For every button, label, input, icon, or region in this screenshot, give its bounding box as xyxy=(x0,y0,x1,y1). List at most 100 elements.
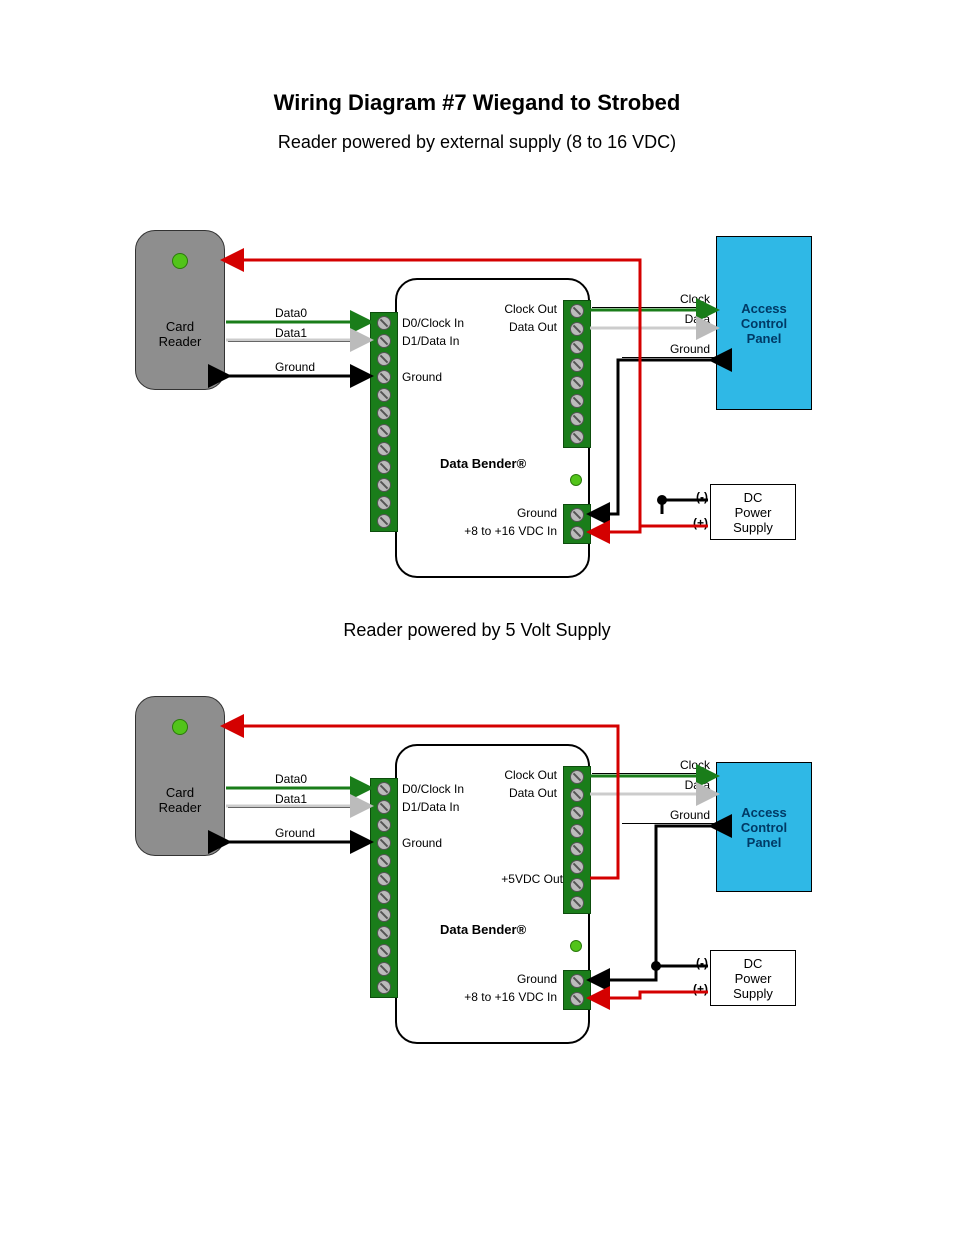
rule xyxy=(592,793,714,794)
screw-icon xyxy=(377,890,391,904)
lbl-gnd-left: Ground xyxy=(402,370,442,384)
screw-icon xyxy=(377,370,391,384)
data-bender-label: Data Bender® xyxy=(440,922,526,937)
screw-icon xyxy=(377,478,391,492)
led-icon xyxy=(570,940,582,952)
rule xyxy=(228,321,368,322)
screw-icon xyxy=(377,800,391,814)
lbl-d1: D1/Data In xyxy=(402,334,459,348)
lbl-data-out: Data Out xyxy=(445,786,557,800)
wire-lbl-data: Data xyxy=(640,312,710,326)
screw-icon xyxy=(377,782,391,796)
lbl-gnd-right: Ground xyxy=(445,506,557,520)
screw-icon xyxy=(377,854,391,868)
rule xyxy=(592,307,714,308)
rule xyxy=(228,375,368,376)
page-title: Wiring Diagram #7 Wiegand to Strobed xyxy=(0,90,954,116)
screw-icon xyxy=(570,526,584,540)
screw-icon xyxy=(377,926,391,940)
rule xyxy=(228,841,368,842)
wire-lbl-clock: Clock xyxy=(640,758,710,772)
power-supply: DC Power Supply xyxy=(710,484,796,540)
screw-icon xyxy=(570,896,584,910)
screw-icon xyxy=(570,304,584,318)
screw-icon xyxy=(570,992,584,1006)
screw-icon xyxy=(570,842,584,856)
lbl-d1: D1/Data In xyxy=(402,800,459,814)
screw-icon xyxy=(377,316,391,330)
screw-icon xyxy=(570,322,584,336)
screw-icon xyxy=(377,818,391,832)
screw-icon xyxy=(377,352,391,366)
rule xyxy=(228,341,368,342)
diagram-1: Card Reader xyxy=(0,220,954,600)
wire-lbl-d1: Data1 xyxy=(275,326,307,340)
screw-icon xyxy=(377,424,391,438)
card-reader: Card Reader xyxy=(135,230,225,390)
wire-lbl-data: Data xyxy=(640,778,710,792)
screw-icon xyxy=(570,376,584,390)
lbl-data-out: Data Out xyxy=(445,320,557,334)
rule xyxy=(228,787,368,788)
page-subtitle: Reader powered by external supply (8 to … xyxy=(0,132,954,153)
psu-neg: (-) xyxy=(680,490,708,504)
wire-lbl-gnd2: Ground xyxy=(640,808,710,822)
screw-icon xyxy=(377,496,391,510)
wire-lbl-gnd2: Ground xyxy=(640,342,710,356)
rule xyxy=(592,773,714,774)
wire-lbl-d0: Data0 xyxy=(275,306,307,320)
rule xyxy=(592,327,714,328)
wire-lbl-clock: Clock xyxy=(640,292,710,306)
panel-label: Access Control Panel xyxy=(741,301,787,346)
screw-icon xyxy=(377,962,391,976)
psu-pos: (+) xyxy=(680,982,708,996)
led-icon xyxy=(172,253,188,269)
screw-icon xyxy=(377,406,391,420)
rule xyxy=(622,357,714,358)
rule xyxy=(228,807,368,808)
screw-icon xyxy=(570,358,584,372)
screw-icon xyxy=(570,788,584,802)
rule xyxy=(622,823,714,824)
screw-icon xyxy=(570,806,584,820)
screw-icon xyxy=(377,872,391,886)
access-control-panel: Access Control Panel xyxy=(716,762,812,892)
screw-icon xyxy=(570,508,584,522)
card-reader-label: Card Reader xyxy=(159,785,202,815)
card-reader-label: Card Reader xyxy=(159,319,202,349)
psu-pos: (+) xyxy=(680,516,708,530)
screw-icon xyxy=(377,334,391,348)
panel-label: Access Control Panel xyxy=(741,805,787,850)
card-reader: Card Reader xyxy=(135,696,225,856)
screw-icon xyxy=(377,514,391,528)
screw-icon xyxy=(377,388,391,402)
lbl-vin: +8 to +16 VDC In xyxy=(445,990,557,1004)
led-icon xyxy=(172,719,188,735)
psu-label: DC Power Supply xyxy=(733,956,773,1001)
screw-icon xyxy=(570,824,584,838)
screw-icon xyxy=(570,340,584,354)
lbl-clock-out: Clock Out xyxy=(445,302,557,316)
screw-icon xyxy=(377,944,391,958)
screw-icon xyxy=(377,460,391,474)
wire-lbl-gnd: Ground xyxy=(275,826,315,840)
page: Wiring Diagram #7 Wiegand to Strobed Rea… xyxy=(0,0,954,1235)
screw-icon xyxy=(570,974,584,988)
subtitle-mid: Reader powered by 5 Volt Supply xyxy=(0,620,954,641)
screw-icon xyxy=(377,442,391,456)
screw-icon xyxy=(570,770,584,784)
screw-icon xyxy=(570,430,584,444)
screw-icon xyxy=(570,412,584,426)
screw-icon xyxy=(570,860,584,874)
lbl-clock-out: Clock Out xyxy=(445,768,557,782)
access-control-panel: Access Control Panel xyxy=(716,236,812,410)
psu-neg: (-) xyxy=(680,956,708,970)
psu-label: DC Power Supply xyxy=(733,490,773,535)
screw-icon xyxy=(570,394,584,408)
lbl-vin: +8 to +16 VDC In xyxy=(445,524,557,538)
led-icon xyxy=(570,474,582,486)
power-supply: DC Power Supply xyxy=(710,950,796,1006)
lbl-5v-out: +5VDC Out xyxy=(445,872,563,886)
lbl-gnd-left: Ground xyxy=(402,836,442,850)
wire-lbl-d1: Data1 xyxy=(275,792,307,806)
